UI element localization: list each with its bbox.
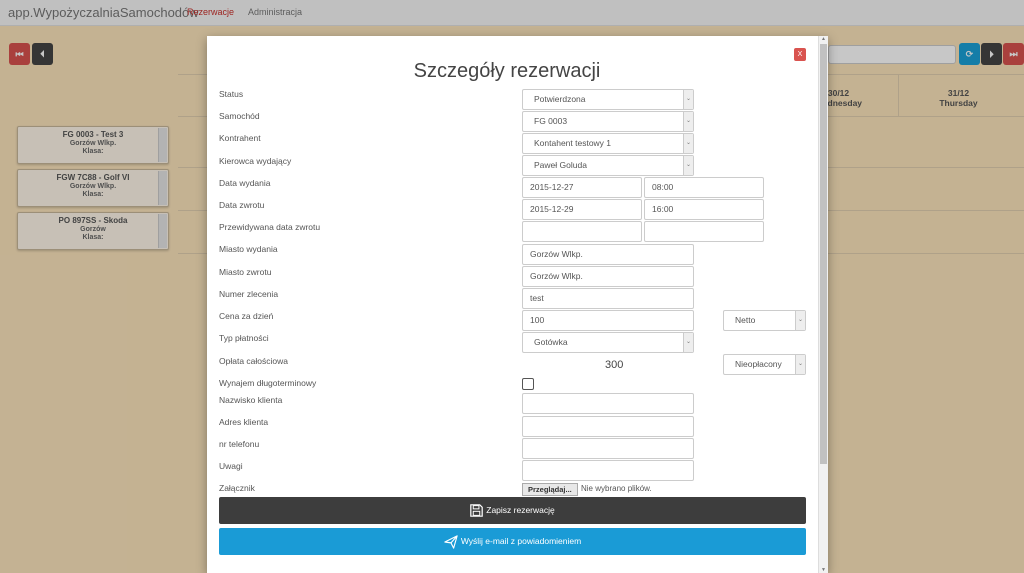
- floppy-disk-icon: [470, 504, 484, 518]
- chevron-down-icon: ⌄: [683, 90, 693, 109]
- contractor-value: Kontahent testowy 1: [534, 138, 612, 148]
- label-contractor: Kontrahent: [219, 133, 261, 143]
- issue-date-input[interactable]: 2015-12-27: [522, 177, 642, 198]
- payment-type-value: Gotówka: [534, 337, 568, 347]
- scroll-up-icon[interactable]: ▲: [819, 36, 828, 42]
- modal-scrollbar[interactable]: ▲ ▼: [818, 36, 828, 573]
- chevron-down-icon: ⌄: [683, 112, 693, 131]
- chevron-down-icon: ⌄: [683, 156, 693, 175]
- issue-city-input[interactable]: Gorzów Wlkp.: [522, 244, 694, 265]
- label-attachment: Załącznik: [219, 483, 255, 493]
- scrollbar-thumb[interactable]: [820, 44, 827, 464]
- label-driver: Kierowca wydający: [219, 156, 292, 166]
- payment-type-select[interactable]: Gotówka ⌄: [522, 332, 694, 353]
- label-phone: nr telefonu: [219, 439, 260, 449]
- send-email-button[interactable]: Wyślij e-mail z powiadomieniem: [219, 528, 806, 555]
- chevron-down-icon: ⌄: [683, 333, 693, 352]
- car-value: FG 0003: [534, 116, 568, 126]
- price-type-value: Netto: [735, 315, 756, 325]
- label-status: Status: [219, 89, 244, 99]
- label-issue-date: Data wydania: [219, 178, 271, 188]
- label-price-per-day: Cena za dzień: [219, 311, 274, 321]
- label-notes: Uwagi: [219, 461, 243, 471]
- contractor-select[interactable]: Kontahent testowy 1 ⌄: [522, 133, 694, 154]
- payment-status-value: Nieopłacony: [735, 359, 782, 369]
- driver-value: Paweł Goluda: [534, 160, 587, 170]
- return-city-input[interactable]: Gorzów Wlkp.: [522, 266, 694, 287]
- label-total-fee: Opłata całościowa: [219, 356, 288, 366]
- price-per-day-input[interactable]: 100: [522, 310, 694, 331]
- label-long-term: Wynajem długoterminowy: [219, 378, 317, 388]
- label-expected-return: Przewidywana data zwrotu: [219, 222, 321, 232]
- file-status-text: Nie wybrano plików.: [581, 484, 652, 493]
- expected-return-date-input[interactable]: [522, 221, 642, 242]
- total-fee-value: 300: [605, 359, 624, 371]
- issue-time-input[interactable]: 08:00: [644, 177, 764, 198]
- notes-input[interactable]: [522, 460, 694, 481]
- browse-file-button[interactable]: Przeglądaj...: [522, 483, 578, 496]
- paper-plane-icon: [444, 535, 458, 549]
- payment-status-select[interactable]: Nieopłacony ⌄: [723, 354, 806, 375]
- status-value: Potwierdzona: [534, 94, 586, 104]
- client-name-input[interactable]: [522, 393, 694, 414]
- save-label: Zapisz rezerwację: [486, 505, 555, 515]
- phone-input[interactable]: [522, 438, 694, 459]
- label-return-city: Miasto zwrotu: [219, 267, 272, 277]
- label-payment-type: Typ płatności: [219, 333, 269, 343]
- client-address-input[interactable]: [522, 416, 694, 437]
- close-button[interactable]: X: [794, 48, 806, 61]
- label-client-address: Adres klienta: [219, 417, 269, 427]
- price-type-select[interactable]: Netto ⌄: [723, 310, 806, 331]
- label-car: Samochód: [219, 111, 260, 121]
- reservation-modal: Szczegóły rezerwacji X Status Samochód K…: [207, 36, 828, 573]
- car-select[interactable]: FG 0003 ⌄: [522, 111, 694, 132]
- chevron-down-icon: ⌄: [795, 355, 805, 374]
- label-order-no: Numer zlecenia: [219, 289, 279, 299]
- chevron-down-icon: ⌄: [683, 134, 693, 153]
- return-time-input[interactable]: 16:00: [644, 199, 764, 220]
- expected-return-time-input[interactable]: [644, 221, 764, 242]
- save-reservation-button[interactable]: Zapisz rezerwację: [219, 497, 806, 524]
- long-term-checkbox[interactable]: [522, 378, 534, 390]
- label-issue-city: Miasto wydania: [219, 244, 278, 254]
- chevron-down-icon: ⌄: [795, 311, 805, 330]
- email-label: Wyślij e-mail z powiadomieniem: [460, 536, 582, 546]
- return-date-input[interactable]: 2015-12-29: [522, 199, 642, 220]
- label-return-date: Data zwrotu: [219, 200, 265, 210]
- modal-title: Szczegóły rezerwacji: [413, 60, 601, 82]
- status-select[interactable]: Potwierdzona ⌄: [522, 89, 694, 110]
- driver-select[interactable]: Paweł Goluda ⌄: [522, 155, 694, 176]
- order-no-input[interactable]: test: [522, 288, 694, 309]
- scroll-down-icon[interactable]: ▼: [819, 567, 828, 573]
- label-client-name: Nazwisko klienta: [219, 395, 283, 405]
